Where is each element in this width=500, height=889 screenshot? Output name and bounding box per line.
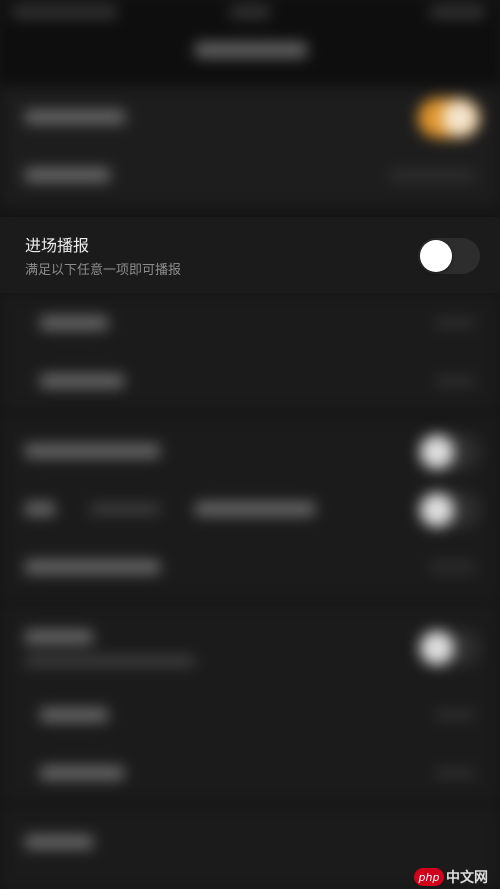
status-bar-battery-icon bbox=[430, 6, 485, 18]
watermark: php 中文网 bbox=[414, 867, 488, 887]
settings-screen: 进场播报 满足以下任意一项即可播报 php 中文网 bbox=[0, 0, 500, 889]
setting-value-10 bbox=[435, 768, 475, 778]
settings-group-2 bbox=[0, 295, 500, 410]
watermark-text: 中文网 bbox=[446, 870, 488, 886]
toggle-knob-5 bbox=[420, 435, 454, 469]
toggle-knob bbox=[420, 240, 452, 272]
setting-sub-8 bbox=[25, 656, 195, 666]
toggle-knob-1 bbox=[442, 100, 478, 136]
broadcast-on-entry-title: 进场播报 bbox=[25, 236, 90, 255]
setting-label-10 bbox=[40, 766, 124, 780]
setting-label-9 bbox=[40, 708, 108, 722]
setting-label-7 bbox=[25, 560, 160, 574]
setting-label-2 bbox=[25, 168, 110, 182]
blurred-background bbox=[0, 0, 500, 889]
broadcast-on-entry-subtitle: 满足以下任意一项即可播报 bbox=[25, 263, 182, 278]
setting-value-3 bbox=[435, 318, 475, 328]
setting-label-1 bbox=[25, 110, 125, 124]
setting-value-2 bbox=[390, 170, 475, 180]
status-bar-time bbox=[230, 6, 270, 18]
broadcast-on-entry-toggle[interactable] bbox=[418, 238, 480, 274]
setting-value-4 bbox=[435, 376, 475, 386]
setting-sub-6b bbox=[195, 502, 315, 516]
toggle-knob-6 bbox=[420, 493, 454, 527]
setting-label-8 bbox=[25, 630, 93, 644]
setting-label-11 bbox=[25, 835, 93, 849]
setting-label-4 bbox=[40, 374, 124, 388]
php-logo: php bbox=[414, 868, 444, 886]
setting-value-7 bbox=[430, 562, 475, 572]
nav-title bbox=[195, 42, 307, 58]
setting-label-3 bbox=[40, 316, 108, 330]
setting-value-9 bbox=[435, 710, 475, 720]
setting-label-5 bbox=[25, 444, 160, 458]
setting-label-6 bbox=[25, 502, 55, 516]
status-bar-carrier bbox=[12, 6, 117, 18]
setting-sub-6a bbox=[90, 504, 160, 514]
toggle-knob-8 bbox=[420, 631, 454, 665]
